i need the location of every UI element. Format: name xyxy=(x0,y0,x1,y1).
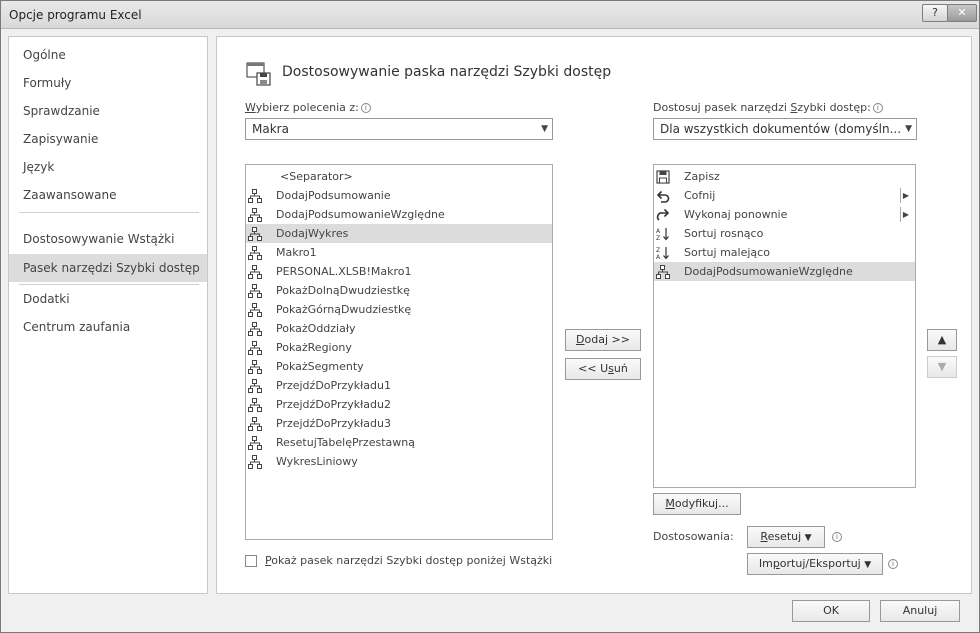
submenu-arrow-icon: ▶ xyxy=(902,210,909,219)
customize-toolbar-label: Dostosuj pasek narzędzi Szybki dostęp: i xyxy=(653,101,883,114)
undo-icon xyxy=(656,190,670,203)
macro-icon xyxy=(248,322,262,336)
sidebar-item-language[interactable]: Język xyxy=(9,153,207,181)
submenu-divider xyxy=(900,207,901,222)
add-button[interactable]: Dodaj >> xyxy=(565,329,641,351)
list-item[interactable]: DodajPodsumowanieWzględne xyxy=(654,262,915,281)
list-item[interactable]: PERSONAL.XLSB!Makro1 xyxy=(246,262,552,281)
chevron-down-icon: ▼ xyxy=(804,533,812,543)
move-down-button[interactable]: ▼ xyxy=(927,356,957,378)
list-item[interactable]: PrzejdźDoPrzykładu1 xyxy=(246,376,552,395)
save-icon xyxy=(656,170,670,184)
macro-icon xyxy=(248,303,262,317)
macro-icon xyxy=(248,398,262,412)
list-item[interactable]: PokażSegmenty xyxy=(246,357,552,376)
sort-descending-icon: ZA xyxy=(656,247,669,260)
macro-icon xyxy=(248,360,262,374)
list-item[interactable]: ZA Sortuj malejąco xyxy=(654,243,915,262)
list-item[interactable]: DodajPodsumowanieWzględne xyxy=(246,205,552,224)
svg-text:A: A xyxy=(656,228,661,235)
sidebar-item-add-ins[interactable]: Dodatki xyxy=(9,285,207,313)
sidebar-item-save[interactable]: Zapisywanie xyxy=(9,125,207,153)
customize-toolbar-dropdown[interactable]: Dla wszystkich dokumentów (domyśln... ▼ xyxy=(653,118,917,140)
macro-icon xyxy=(656,265,670,279)
macro-icon xyxy=(248,284,262,298)
ok-button[interactable]: OK xyxy=(792,600,870,622)
choose-commands-label: Wybierz polecenia z: i xyxy=(245,101,371,114)
dialog-footer: OK Anuluj xyxy=(0,596,978,632)
macro-icon xyxy=(248,341,262,355)
quick-access-toolbar-list[interactable]: Zapisz Cofnij ▶ Wykonaj ponownie ▶ AZ So… xyxy=(653,164,916,488)
show-below-ribbon-checkbox[interactable] xyxy=(245,555,257,567)
sidebar-item-proofing[interactable]: Sprawdzanie xyxy=(9,97,207,125)
list-item[interactable]: DodajWykres xyxy=(246,224,552,243)
customizations-label: Dostosowania: xyxy=(653,530,734,543)
list-item[interactable]: ResetujTabelęPrzestawną xyxy=(246,433,552,452)
help-button[interactable]: ? xyxy=(922,4,948,22)
sidebar-item-quick-access-toolbar[interactable]: Pasek narzędzi Szybki dostęp xyxy=(9,254,207,282)
available-commands-list[interactable]: <Separator> DodajPodsumowanie DodajPodsu… xyxy=(245,164,553,540)
svg-text:A: A xyxy=(656,254,661,260)
page-heading: Dostosowywanie paska narzędzi Szybki dos… xyxy=(282,64,612,80)
macro-icon xyxy=(248,436,262,450)
list-item[interactable]: Cofnij ▶ xyxy=(654,186,915,205)
sidebar-item-advanced[interactable]: Zaawansowane xyxy=(9,181,207,209)
list-item[interactable]: AZ Sortuj rosnąco xyxy=(654,224,915,243)
sidebar-divider xyxy=(19,212,199,213)
sidebar-item-trust-center[interactable]: Centrum zaufania xyxy=(9,313,207,341)
sidebar-item-general[interactable]: Ogólne xyxy=(9,41,207,69)
svg-text:Z: Z xyxy=(656,247,660,254)
redo-icon xyxy=(656,208,670,221)
reset-button[interactable]: Resetuj ▼ xyxy=(747,526,825,548)
list-item[interactable]: PokażDolnąDwudziestkę xyxy=(246,281,552,300)
macro-icon xyxy=(248,189,262,203)
macro-icon xyxy=(248,379,262,393)
remove-button[interactable]: << Usuń xyxy=(565,358,641,380)
chevron-down-icon: ▼ xyxy=(905,124,912,134)
info-icon: i xyxy=(360,103,371,113)
list-item[interactable]: WykresLiniowy xyxy=(246,452,552,471)
list-item[interactable]: PrzejdźDoPrzykładu2 xyxy=(246,395,552,414)
import-export-button[interactable]: Importuj/Eksportuj ▼ xyxy=(747,553,883,575)
submenu-arrow-icon: ▶ xyxy=(902,191,909,200)
move-up-button[interactable]: ▲ xyxy=(927,329,957,351)
macro-icon xyxy=(248,265,262,279)
sort-ascending-icon: AZ xyxy=(656,228,669,241)
macro-icon xyxy=(248,227,262,241)
macro-icon xyxy=(248,455,262,469)
info-icon: i xyxy=(872,103,883,113)
show-below-ribbon-label[interactable]: Pokaż pasek narzędzi Szybki dostęp poniż… xyxy=(265,554,552,567)
list-item[interactable]: Makro1 xyxy=(246,243,552,262)
list-item[interactable]: Wykonaj ponownie ▶ xyxy=(654,205,915,224)
svg-text:Z: Z xyxy=(656,235,660,241)
choose-commands-dropdown[interactable]: Makra ▼ xyxy=(245,118,553,140)
list-item[interactable]: <Separator> xyxy=(246,167,552,186)
info-icon: i xyxy=(832,532,842,542)
list-item[interactable]: PokażRegiony xyxy=(246,338,552,357)
list-item[interactable]: PrzejdźDoPrzykładu3 xyxy=(246,414,552,433)
modify-button[interactable]: Modyfikuj... xyxy=(653,493,741,515)
macro-icon xyxy=(248,417,262,431)
close-button[interactable]: ✕ xyxy=(947,4,977,22)
list-item[interactable]: PokażGórnąDwudziestkę xyxy=(246,300,552,319)
quick-access-toolbar-icon xyxy=(246,62,271,86)
chevron-down-icon: ▼ xyxy=(541,124,548,134)
list-item[interactable]: PokażOddziały xyxy=(246,319,552,338)
list-item[interactable]: DodajPodsumowanie xyxy=(246,186,552,205)
window-title: Opcje programu Excel xyxy=(9,8,142,22)
info-icon: i xyxy=(888,559,898,569)
chevron-down-icon: ▼ xyxy=(864,560,872,570)
sidebar-item-customize-ribbon[interactable]: Dostosowywanie Wstążki xyxy=(9,225,207,253)
macro-icon xyxy=(248,208,262,222)
title-bar: Opcje programu Excel ? ✕ xyxy=(1,1,979,29)
submenu-divider xyxy=(900,188,901,203)
list-item[interactable]: Zapisz xyxy=(654,167,915,186)
sidebar: Ogólne Formuły Sprawdzanie Zapisywanie J… xyxy=(8,36,208,594)
sidebar-item-formulas[interactable]: Formuły xyxy=(9,69,207,97)
macro-icon xyxy=(248,246,262,260)
cancel-button[interactable]: Anuluj xyxy=(880,600,960,622)
